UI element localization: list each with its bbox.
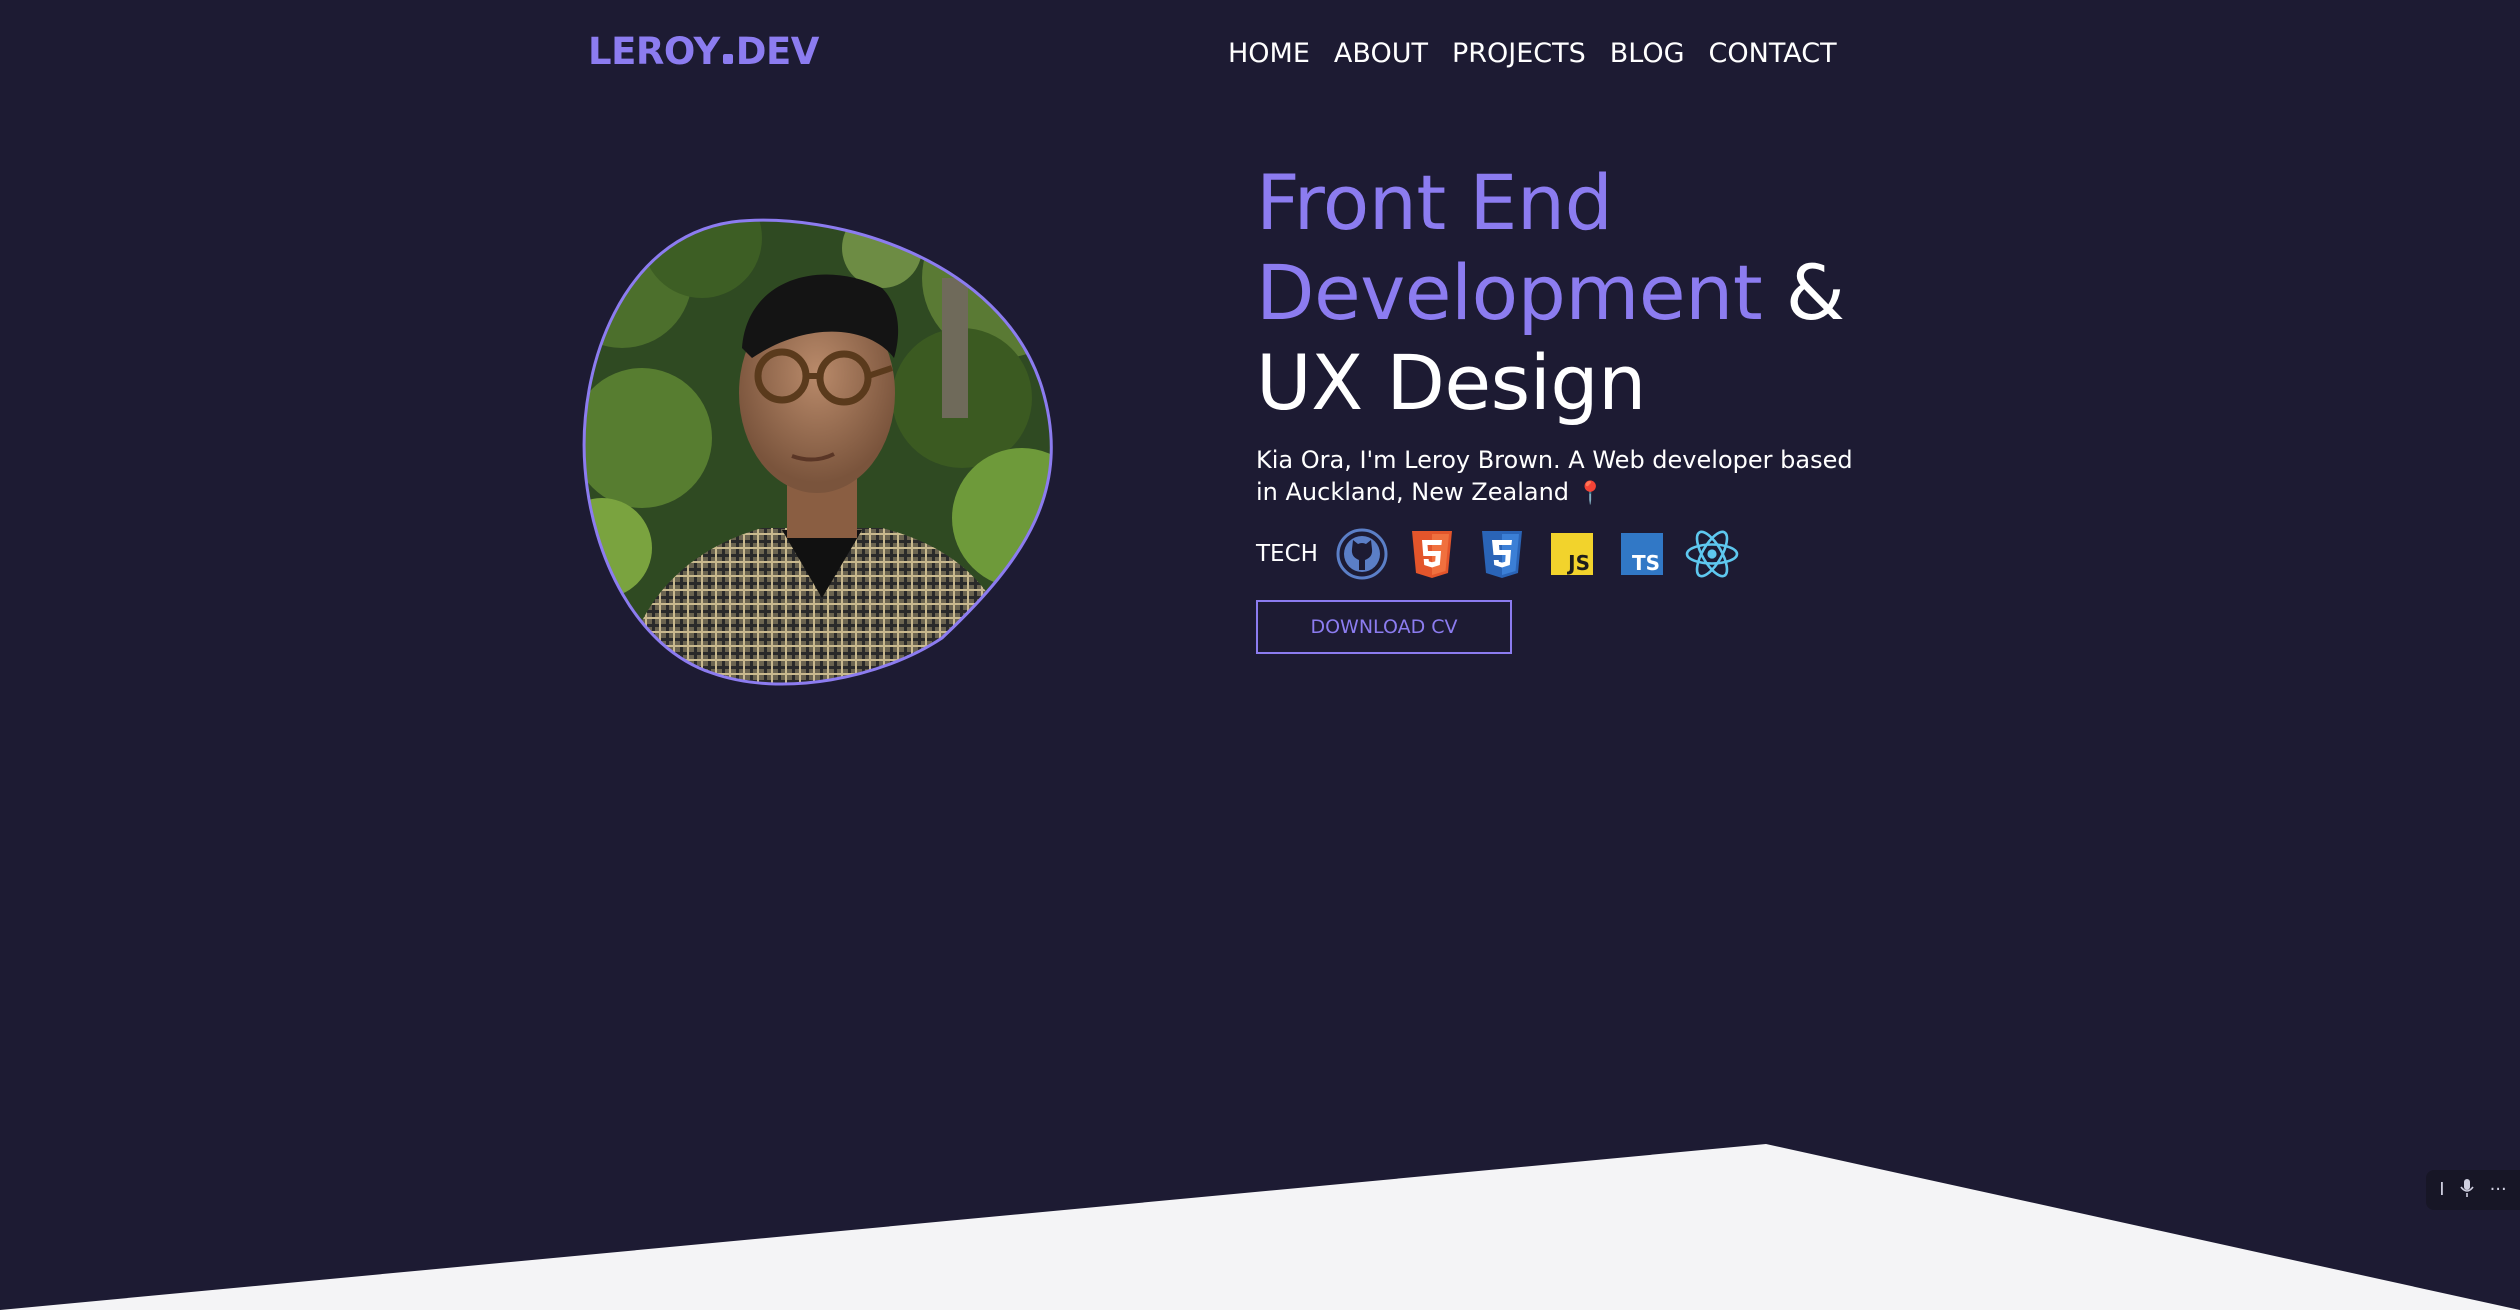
section-divider-wedge xyxy=(0,1144,2520,1310)
nav-blog[interactable]: BLOG xyxy=(1610,38,1685,69)
tech-stack: TECH JS TS xyxy=(1256,526,1956,582)
tech-label: TECH xyxy=(1256,541,1318,567)
javascript-icon[interactable]: JS xyxy=(1544,526,1600,582)
hero-section: Front End Development & UX Design Kia Or… xyxy=(1256,158,1956,654)
headline-line2-accent: Development xyxy=(1256,248,1763,337)
microphone-icon[interactable] xyxy=(2459,1178,2475,1202)
main-nav: HOME ABOUT PROJECTS BLOG CONTACT xyxy=(1228,38,1837,69)
more-icon[interactable]: ··· xyxy=(2490,1181,2507,1199)
svg-text:JS: JS xyxy=(1566,551,1590,575)
logo-text-left: LEROY xyxy=(588,30,720,73)
nav-home[interactable]: HOME xyxy=(1228,38,1310,69)
headline-line3: UX Design xyxy=(1256,338,1646,427)
hero-headline: Front End Development & UX Design xyxy=(1256,158,1956,428)
site-logo[interactable]: LEROY DEV xyxy=(588,30,819,73)
html5-icon[interactable] xyxy=(1404,526,1460,582)
nav-about[interactable]: ABOUT xyxy=(1334,38,1428,69)
nav-contact[interactable]: CONTACT xyxy=(1709,38,1837,69)
react-icon[interactable] xyxy=(1684,526,1740,582)
logo-dot xyxy=(722,53,733,64)
cursor-icon[interactable]: I xyxy=(2439,1181,2444,1199)
headline-line1: Front End xyxy=(1256,158,1613,247)
floating-toolbar[interactable]: I ··· xyxy=(2426,1170,2520,1210)
css3-icon[interactable] xyxy=(1474,526,1530,582)
download-cv-button[interactable]: DOWNLOAD CV xyxy=(1256,600,1512,654)
intro-text: Kia Ora, I'm Leroy Brown. A Web develope… xyxy=(1256,446,1853,506)
headline-line2-rest: & xyxy=(1762,248,1845,337)
logo-text-right: DEV xyxy=(735,30,820,73)
hero-intro: Kia Ora, I'm Leroy Brown. A Web develope… xyxy=(1256,444,1876,510)
location-pin-icon: 📍 xyxy=(1576,481,1605,506)
nav-projects[interactable]: PROJECTS xyxy=(1452,38,1586,69)
svg-text:TS: TS xyxy=(1632,551,1660,575)
profile-portrait xyxy=(582,218,1054,690)
github-icon[interactable] xyxy=(1334,526,1390,582)
typescript-icon[interactable]: TS xyxy=(1614,526,1670,582)
